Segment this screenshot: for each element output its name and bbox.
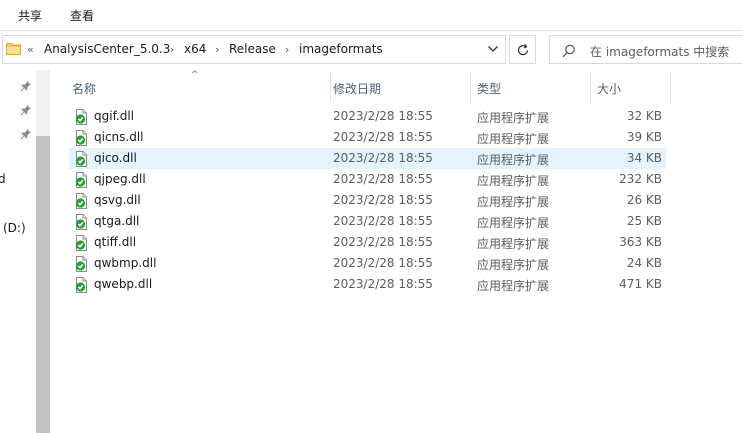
nav-scrollbar-thumb[interactable] — [36, 136, 50, 433]
address-bar[interactable]: « AnalysisCenter_5.0.3 › x64 › Release ›… — [2, 35, 506, 64]
file-type: 应用程序扩展 — [477, 258, 550, 272]
dll-file-icon — [75, 151, 87, 167]
file-size: 363 KB — [619, 235, 662, 249]
nav-item-drive-d[interactable]: (D:) — [3, 221, 26, 235]
file-size: 232 KB — [619, 172, 662, 186]
file-row[interactable]: qwbmp.dll 2023/2/28 18:55 应用程序扩展 24 KB — [69, 253, 666, 274]
file-size: 39 KB — [626, 130, 662, 144]
file-size: 32 KB — [626, 109, 662, 123]
file-row[interactable]: qjpeg.dll 2023/2/28 18:55 应用程序扩展 232 KB — [69, 169, 666, 190]
file-row[interactable]: qsvg.dll 2023/2/28 18:55 应用程序扩展 26 KB — [69, 190, 666, 211]
dll-file-icon — [75, 109, 87, 125]
file-type: 应用程序扩展 — [477, 237, 550, 251]
file-modified: 2023/2/28 18:55 — [333, 214, 433, 228]
search-box[interactable]: 在 imageformats 中搜索 — [549, 35, 742, 64]
breadcrumb-analysiscenter[interactable]: AnalysisCenter_5.0.3 — [44, 42, 170, 56]
dll-file-icon — [75, 256, 87, 272]
file-modified: 2023/2/28 18:55 — [333, 277, 433, 291]
column-header-type[interactable]: 类型 — [471, 72, 590, 102]
dll-file-icon — [75, 130, 87, 146]
file-type: 应用程序扩展 — [477, 153, 550, 167]
file-modified: 2023/2/28 18:55 — [333, 256, 433, 270]
file-modified: 2023/2/28 18:55 — [333, 193, 433, 207]
file-row[interactable]: qgif.dll 2023/2/28 18:55 应用程序扩展 32 KB — [69, 106, 666, 127]
file-row[interactable]: qtga.dll 2023/2/28 18:55 应用程序扩展 25 KB — [69, 211, 666, 232]
file-size: 25 KB — [626, 214, 662, 228]
column-header-name[interactable]: 名称 — [69, 72, 331, 102]
breadcrumb-x64[interactable]: x64 — [184, 42, 206, 56]
file-type: 应用程序扩展 — [477, 132, 550, 146]
search-icon — [562, 44, 575, 58]
file-modified: 2023/2/28 18:55 — [333, 109, 433, 123]
pin-icon[interactable] — [20, 128, 32, 140]
breadcrumb-separator: › — [215, 43, 220, 56]
file-name: qtiff.dll — [94, 235, 137, 249]
refresh-icon — [517, 44, 529, 56]
breadcrumb-overflow[interactable]: « — [27, 43, 34, 56]
dll-file-icon — [75, 235, 87, 251]
file-type: 应用程序扩展 — [477, 279, 550, 293]
file-size: 34 KB — [626, 151, 662, 165]
pin-icon[interactable] — [20, 104, 32, 116]
file-name: qwbmp.dll — [94, 256, 157, 270]
file-size: 26 KB — [626, 193, 662, 207]
file-name: qjpeg.dll — [94, 172, 146, 186]
file-type: 应用程序扩展 — [477, 174, 550, 188]
file-size: 24 KB — [626, 256, 662, 270]
chevron-down-icon[interactable] — [487, 44, 499, 54]
file-name: qicns.dll — [94, 130, 144, 144]
file-row[interactable]: qicns.dll 2023/2/28 18:55 应用程序扩展 39 KB — [69, 127, 666, 148]
file-name: qsvg.dll — [94, 193, 141, 207]
dll-file-icon — [75, 193, 87, 209]
file-modified: 2023/2/28 18:55 — [333, 130, 433, 144]
column-header-modified[interactable]: 修改日期 — [331, 72, 470, 102]
file-type: 应用程序扩展 — [477, 195, 550, 209]
file-modified: 2023/2/28 18:55 — [333, 172, 433, 186]
file-modified: 2023/2/28 18:55 — [333, 235, 433, 249]
breadcrumb-imageformats[interactable]: imageformats — [299, 42, 383, 56]
file-name: qtga.dll — [94, 214, 140, 228]
file-row[interactable]: qtiff.dll 2023/2/28 18:55 应用程序扩展 363 KB — [69, 232, 666, 253]
dll-file-icon — [75, 172, 87, 188]
file-name: qico.dll — [94, 151, 137, 165]
dll-file-icon — [75, 214, 87, 230]
folder-icon — [6, 43, 21, 55]
tab-view[interactable]: 查看 — [70, 7, 94, 24]
file-row[interactable]: qwebp.dll 2023/2/28 18:55 应用程序扩展 471 KB — [69, 274, 666, 295]
breadcrumb-separator: › — [285, 43, 290, 56]
file-type: 应用程序扩展 — [477, 216, 550, 230]
file-name: qgif.dll — [94, 109, 135, 123]
column-divider[interactable] — [670, 72, 671, 102]
search-placeholder: 在 imageformats 中搜索 — [590, 45, 730, 59]
breadcrumb-release[interactable]: Release — [229, 42, 276, 56]
file-name: qwebp.dll — [94, 277, 153, 291]
tab-share[interactable]: 共享 — [18, 7, 42, 24]
file-modified: 2023/2/28 18:55 — [333, 151, 433, 165]
dll-file-icon — [75, 277, 87, 293]
file-type: 应用程序扩展 — [477, 111, 550, 125]
file-size: 471 KB — [619, 277, 662, 291]
column-header-size[interactable]: 大小 — [591, 72, 670, 102]
ribbon: 共享 查看 — [0, 0, 742, 31]
pin-icon[interactable] — [20, 80, 32, 92]
breadcrumb-separator: › — [170, 43, 175, 56]
nav-item-partial[interactable]: d — [0, 172, 6, 186]
refresh-button[interactable] — [509, 35, 536, 64]
file-row[interactable]: qico.dll 2023/2/28 18:55 应用程序扩展 34 KB — [69, 148, 666, 169]
